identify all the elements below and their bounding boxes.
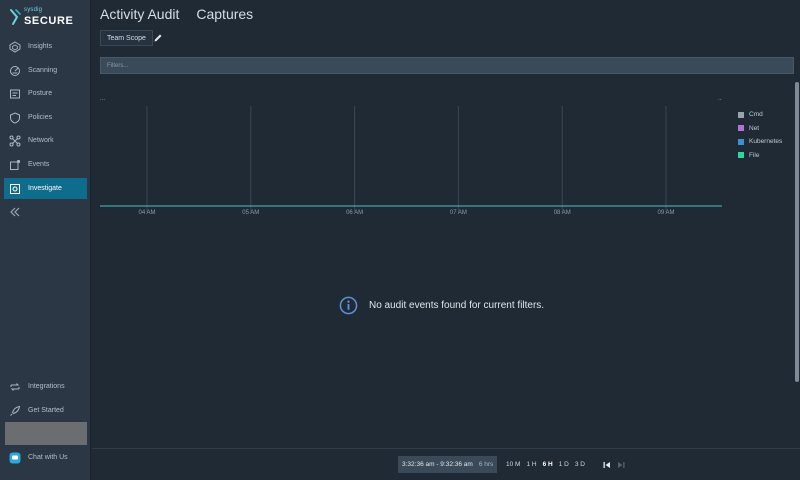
chart-corner-left: ... <box>100 96 105 102</box>
x-tick-label: 04 AM <box>138 210 155 216</box>
shield-icon <box>9 111 21 124</box>
time-range-duration: 6 hrs <box>478 461 494 468</box>
legend-swatch <box>738 152 744 159</box>
time-range-selector[interactable]: 3:32:36 am - 9:32:36 am 6 hrs <box>398 456 498 473</box>
chat-with-us-button[interactable]: Chat with Us <box>4 447 87 468</box>
jump-forward-icon[interactable] <box>617 461 625 469</box>
main-content: Activity Audit Captures Team Scope Filte… <box>92 0 800 480</box>
legend-item-cmd[interactable]: Cmd <box>738 108 782 122</box>
integrations-icon <box>9 381 21 393</box>
legend-swatch <box>738 125 744 132</box>
legend-label: Kubernetes <box>749 138 783 146</box>
sidebar-item-label: Policies <box>28 114 53 121</box>
legend-item-file[interactable]: File <box>738 149 782 163</box>
legend-item-kubernetes[interactable]: Kubernetes <box>738 135 782 149</box>
time-nav-arrows <box>603 461 625 469</box>
filter-input[interactable]: Filters... <box>100 57 794 74</box>
preset-10m[interactable]: 10 M <box>506 461 520 468</box>
sidebar-item-policies[interactable]: Policies <box>4 107 87 128</box>
sidebar-item-posture[interactable]: Posture <box>4 83 87 104</box>
insights-icon <box>9 40 21 53</box>
brand-big: SECURE <box>24 15 74 27</box>
sidebar-item-label: Investigate <box>28 185 62 192</box>
sidebar-item-label: Scanning <box>28 67 58 74</box>
jump-back-icon[interactable] <box>603 461 611 469</box>
x-tick-label: 08 AM <box>554 210 571 216</box>
preset-1d[interactable]: 1 D <box>559 461 569 468</box>
sidebar: sysdig SECURE Insights Scanning Posture … <box>0 0 91 480</box>
page-tabs: Activity Audit Captures <box>100 6 253 22</box>
time-navigation-bar: 3:32:36 am - 9:32:36 am 6 hrs 10 M 1 H 6… <box>92 448 800 480</box>
rocket-icon <box>9 405 21 417</box>
scanning-icon <box>9 65 21 77</box>
sidebar-item-label: Integrations <box>28 383 65 390</box>
investigate-icon <box>9 183 21 195</box>
time-range-text: 3:32:36 am - 9:32:36 am <box>402 461 473 468</box>
legend-label: File <box>749 151 760 159</box>
edit-pencil-icon[interactable] <box>153 33 163 43</box>
legend-label: Cmd <box>749 111 763 119</box>
sidebar-item-label: Get Started <box>28 407 64 414</box>
chart-corner-right: ... <box>718 96 722 102</box>
sidebar-item-label: Chat with Us <box>28 454 68 461</box>
user-profile-block[interactable] <box>5 422 87 445</box>
tab-activity-audit[interactable]: Activity Audit <box>100 6 179 22</box>
sidebar-item-label: Posture <box>28 90 53 97</box>
chat-icon <box>9 452 21 464</box>
preset-6h[interactable]: 6 H <box>543 461 553 468</box>
time-presets: 10 M 1 H 6 H 1 D 3 D <box>506 461 585 468</box>
sidebar-item-network[interactable]: Network <box>4 130 87 151</box>
x-tick-label: 06 AM <box>346 210 363 216</box>
legend-swatch <box>738 111 744 118</box>
sidebar-item-insights[interactable]: Insights <box>4 36 87 57</box>
sidebar-item-investigate[interactable]: Investigate <box>4 178 87 199</box>
info-icon <box>339 296 358 315</box>
sysdig-logo-icon <box>10 9 21 25</box>
collapse-sidebar-icon[interactable] <box>9 206 21 218</box>
sidebar-item-integrations[interactable]: Integrations <box>4 376 87 397</box>
x-tick-label: 09 AM <box>657 210 674 216</box>
team-scope-button[interactable]: Team Scope <box>100 30 153 46</box>
sidebar-item-label: Network <box>28 137 54 144</box>
x-tick-label: 07 AM <box>450 210 467 216</box>
chart-legend: Cmd Net Kubernetes File <box>738 108 782 162</box>
posture-icon <box>9 88 21 100</box>
activity-chart: ... ... 04 AM 05 AM 06 AM 07 AM 08 AM 09 AM <box>100 96 722 216</box>
events-icon <box>9 159 21 171</box>
legend-swatch <box>738 138 744 145</box>
sidebar-item-scanning[interactable]: Scanning <box>4 60 87 81</box>
x-tick-label: 05 AM <box>242 210 259 216</box>
sidebar-item-events[interactable]: Events <box>4 154 87 175</box>
sidebar-item-label: Insights <box>28 43 53 50</box>
sidebar-item-label: Events <box>28 161 50 168</box>
tab-captures[interactable]: Captures <box>196 6 253 22</box>
legend-item-net[interactable]: Net <box>738 122 782 136</box>
brand-small: sysdig <box>24 7 43 13</box>
scrollbar[interactable] <box>795 82 799 382</box>
empty-state: No audit events found for current filter… <box>339 296 544 315</box>
preset-1h[interactable]: 1 H <box>526 461 536 468</box>
empty-state-message: No audit events found for current filter… <box>369 300 545 311</box>
legend-label: Net <box>749 124 760 132</box>
sysdig-logo[interactable]: sysdig SECURE <box>8 7 88 29</box>
preset-3d[interactable]: 3 D <box>575 461 585 468</box>
network-icon <box>9 135 21 147</box>
sidebar-item-get-started[interactable]: Get Started <box>4 400 87 421</box>
